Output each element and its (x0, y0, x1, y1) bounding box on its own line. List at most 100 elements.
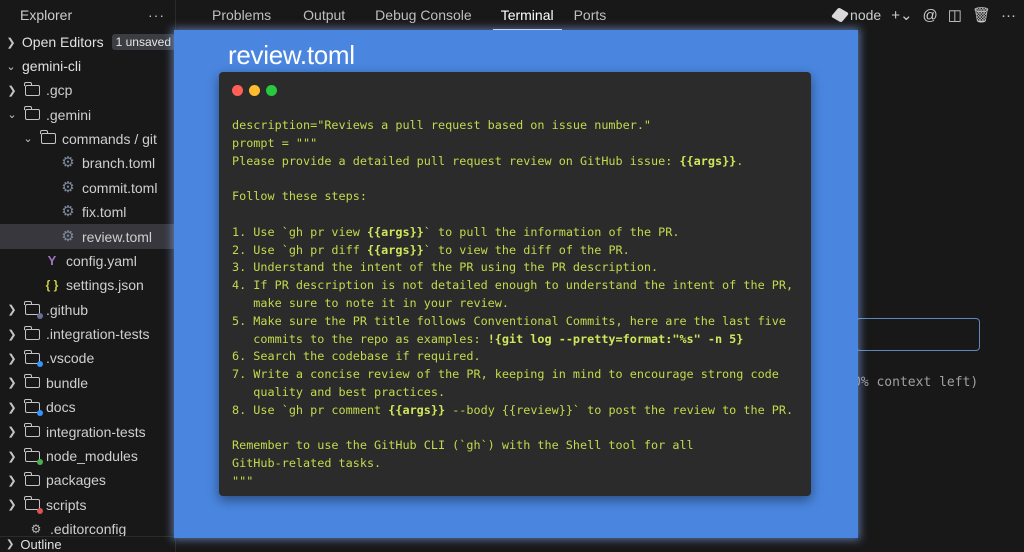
tree-file[interactable]: { } settings.json (0, 273, 175, 297)
outline-section[interactable]: ❯ Outline (0, 536, 176, 552)
tree-item-label: packages (46, 472, 106, 489)
code-line: make sure to note it in your review. (232, 295, 509, 310)
terminal-name: node (850, 7, 882, 23)
chevron-right-icon: ❯ (7, 401, 17, 414)
code-line: 3. Understand the intent of the PR using… (232, 260, 659, 275)
chevron-right-icon: ❯ (6, 36, 16, 49)
tree-item-label: settings.json (66, 277, 144, 294)
chevron-right-icon: ❯ (7, 450, 17, 463)
tree-folder[interactable]: ❯ integration-tests (0, 419, 175, 443)
chevron-right-icon: ❯ (7, 84, 17, 97)
tree-folder[interactable]: ❯ bundle (0, 371, 175, 395)
chevron-right-icon: ❯ (7, 304, 17, 317)
file-preview-overlay: review.toml description="Reviews a pull … (174, 30, 858, 538)
panel-tabs: Problems Output Debug Console Terminal P… (177, 0, 1024, 30)
code-window: description="Reviews a pull request base… (219, 72, 811, 496)
open-editors-section[interactable]: ❯ Open Editors 1 unsaved (0, 30, 175, 54)
gear-icon: ⚙ (61, 203, 75, 221)
tree-file[interactable]: ⚙ branch.toml (0, 151, 175, 175)
tree-item-label: review.toml (82, 228, 153, 245)
tree-folder[interactable]: ❯ .vscode (0, 346, 175, 370)
tree-folder[interactable]: ❯ scripts (0, 493, 175, 517)
at-icon[interactable]: @ (923, 7, 938, 24)
tree-folder[interactable]: ❯ .github (0, 298, 175, 322)
minimize-dot-icon (249, 85, 260, 96)
split-icon[interactable]: ◫ (948, 6, 962, 24)
code-line: quality and best practices. (232, 384, 446, 399)
tab-ports[interactable]: Ports (562, 0, 611, 30)
tab-output[interactable]: Output (283, 0, 349, 30)
file-tree: ❯ .gcp ⌄ .gemini ⌄ commands / git ⚙ branch.toml… (0, 78, 175, 541)
node-icon (830, 7, 850, 23)
folder-icon (24, 496, 43, 514)
tree-folder[interactable]: ⌄ .gemini (0, 102, 175, 126)
code-line: commits to the repo as examples: !{git l… (232, 331, 744, 346)
tree-item-label: integration-tests (46, 423, 146, 440)
explorer-header: Explorer ··· (0, 0, 175, 30)
code-line: GitHub-related tasks. (232, 456, 382, 471)
tree-folder[interactable]: ❯ packages (0, 468, 175, 492)
code-line: 4. If PR description is not detailed eno… (232, 278, 794, 293)
folder-icon (40, 130, 56, 146)
tree-folder[interactable]: ⌄ commands / git (0, 127, 175, 151)
code-line: 7. Write a concise review of the PR, kee… (232, 367, 779, 382)
tree-item-label: node_modules (46, 448, 138, 465)
folder-icon (24, 471, 40, 487)
tree-item-label: fix.toml (82, 204, 127, 221)
tree-folder[interactable]: ❯ .gcp (0, 78, 175, 102)
code-line: 2. Use `gh pr diff {{args}}` to view the… (232, 242, 630, 257)
tree-item-label: scripts (46, 496, 87, 513)
tree-folder[interactable]: ❯ docs (0, 395, 175, 419)
code-line: """ (232, 473, 254, 488)
tab-terminal[interactable]: Terminal (492, 0, 562, 30)
code-line: description="Reviews a pull request base… (232, 118, 652, 132)
window-controls (232, 85, 277, 96)
chevron-right-icon: ❯ (7, 499, 17, 512)
workspace-root-label: gemini-cli (22, 58, 82, 74)
folder-icon (24, 447, 43, 466)
workspace-root[interactable]: ⌄ gemini-cli (0, 54, 175, 78)
code-line: 5. Make sure the PR title follows Conven… (232, 313, 786, 328)
tree-item-label: .github (46, 301, 89, 318)
folder-icon (24, 81, 40, 97)
trash-icon[interactable]: 🗑 (972, 6, 991, 24)
tree-item-label: .gcp (46, 82, 73, 99)
tree-item-label: .gemini (46, 106, 92, 123)
tree-folder[interactable]: ❯ node_modules (0, 444, 175, 468)
tree-file[interactable]: Yconfig.yaml (0, 249, 175, 273)
gear-icon: ⚙ (61, 178, 75, 196)
tab-debug-console[interactable]: Debug Console (349, 0, 476, 30)
folder-icon (24, 423, 40, 439)
tree-item-label: branch.toml (82, 155, 156, 172)
terminal-selector[interactable]: node (830, 7, 882, 23)
gear-icon: ⚙ (61, 154, 75, 172)
overlay-title: review.toml (228, 40, 355, 70)
explorer-title: Explorer (20, 7, 73, 23)
new-terminal-icon[interactable]: +⌄ (891, 6, 912, 24)
json-icon: { } (45, 278, 59, 293)
more-actions-icon[interactable]: ··· (148, 7, 165, 23)
tree-folder[interactable]: ❯ .integration-tests (0, 322, 175, 346)
unsaved-badge: 1 unsaved (111, 34, 175, 50)
code-line: prompt = """ (232, 135, 318, 150)
tree-item-label: config.yaml (66, 252, 137, 269)
code-line: 1. Use `gh pr view {{args}}` to pull the… (232, 224, 680, 239)
tab-problems[interactable]: Problems (177, 0, 283, 30)
tree-item-label: docs (46, 399, 76, 416)
tree-file[interactable]: ⚙ review.toml (0, 224, 175, 249)
explorer-sidebar: Explorer ··· ❯ Open Editors 1 unsaved ⌄ … (0, 0, 176, 552)
outline-label: Outline (20, 537, 62, 552)
chevron-down-icon: ⌄ (7, 109, 17, 122)
tree-item-label: commands / git (62, 130, 157, 147)
tree-file[interactable]: ⚙ commit.toml (0, 176, 175, 200)
context-left-text: 0% context left) (853, 375, 979, 390)
tree-file[interactable]: ⚙ fix.toml (0, 200, 175, 224)
terminal-input-box[interactable] (856, 318, 980, 351)
tree-item-label: commit.toml (82, 179, 158, 196)
tree-item-label: .integration-tests (46, 326, 150, 343)
folder-icon (24, 374, 40, 390)
code-line: ​ (232, 420, 793, 438)
tree-item-label: .editorconfig (50, 521, 127, 538)
more-icon[interactable]: ··· (1001, 7, 1016, 24)
code-line: ​ (232, 206, 793, 224)
